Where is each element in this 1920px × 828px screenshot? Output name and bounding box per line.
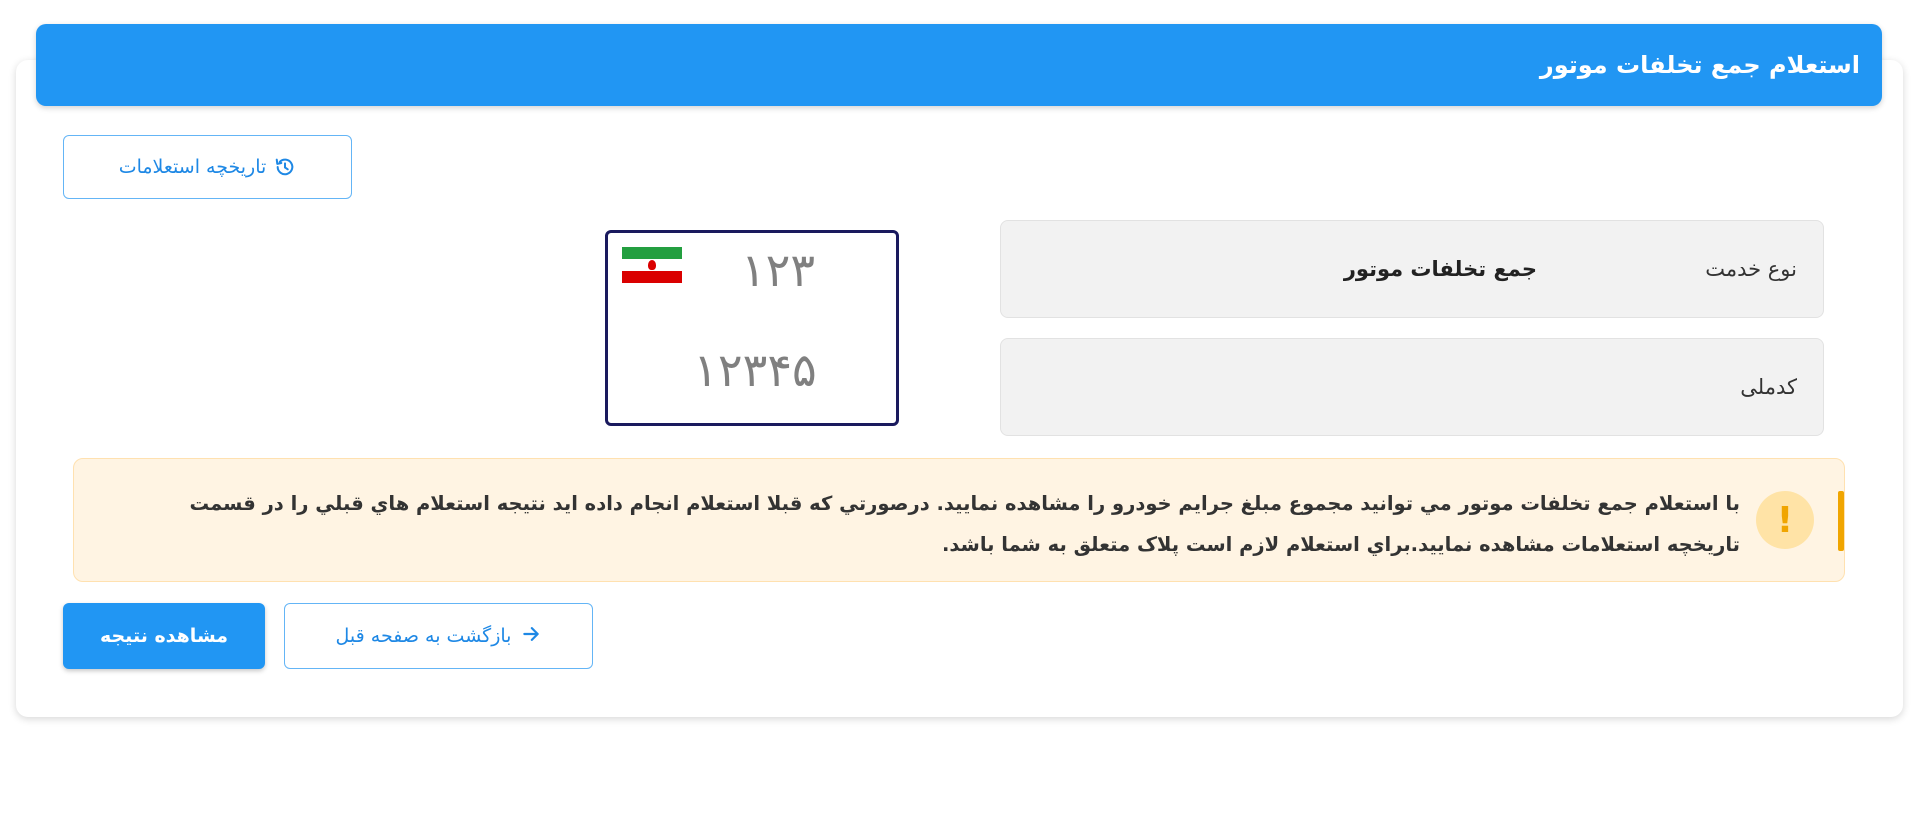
service-type-label: نوع خدمت xyxy=(1705,257,1797,281)
service-type-field: نوع خدمت جمع تخلفات موتور xyxy=(1000,220,1824,318)
national-code-input[interactable] xyxy=(1001,357,1637,417)
view-result-button[interactable]: مشاهده نتيجه xyxy=(63,603,265,669)
history-button[interactable]: تاريخچه استعلامات xyxy=(63,135,352,199)
national-code-field[interactable]: کدملی xyxy=(1000,338,1824,436)
national-code-label: کدملی xyxy=(1740,375,1797,399)
alert-accent-bar xyxy=(1838,491,1844,551)
page-title: استعلام جمع تخلفات موتور xyxy=(1539,51,1860,79)
warning-icon: ! xyxy=(1756,491,1814,549)
back-button[interactable]: بازگشت به صفحه قبل xyxy=(284,603,593,669)
arrow-right-icon xyxy=(521,624,541,649)
back-button-label: بازگشت به صفحه قبل xyxy=(335,625,512,647)
license-plate[interactable]: ۱۲۳ ۱۲۳۴۵ xyxy=(605,230,899,426)
history-icon xyxy=(274,156,296,178)
card-header: استعلام جمع تخلفات موتور xyxy=(36,24,1882,106)
info-alert: ! با استعلام جمع تخلفات موتور مي توانيد … xyxy=(73,458,1845,582)
plate-bottom-number: ۱۲۳۴۵ xyxy=(693,343,817,397)
history-button-label: تاريخچه استعلامات xyxy=(118,156,267,178)
alert-text: با استعلام جمع تخلفات موتور مي توانيد مج… xyxy=(189,492,1740,556)
service-type-value: جمع تخلفات موتور xyxy=(1343,257,1537,281)
plate-top-number: ۱۲۳ xyxy=(740,243,816,297)
iran-flag-icon xyxy=(622,247,682,283)
